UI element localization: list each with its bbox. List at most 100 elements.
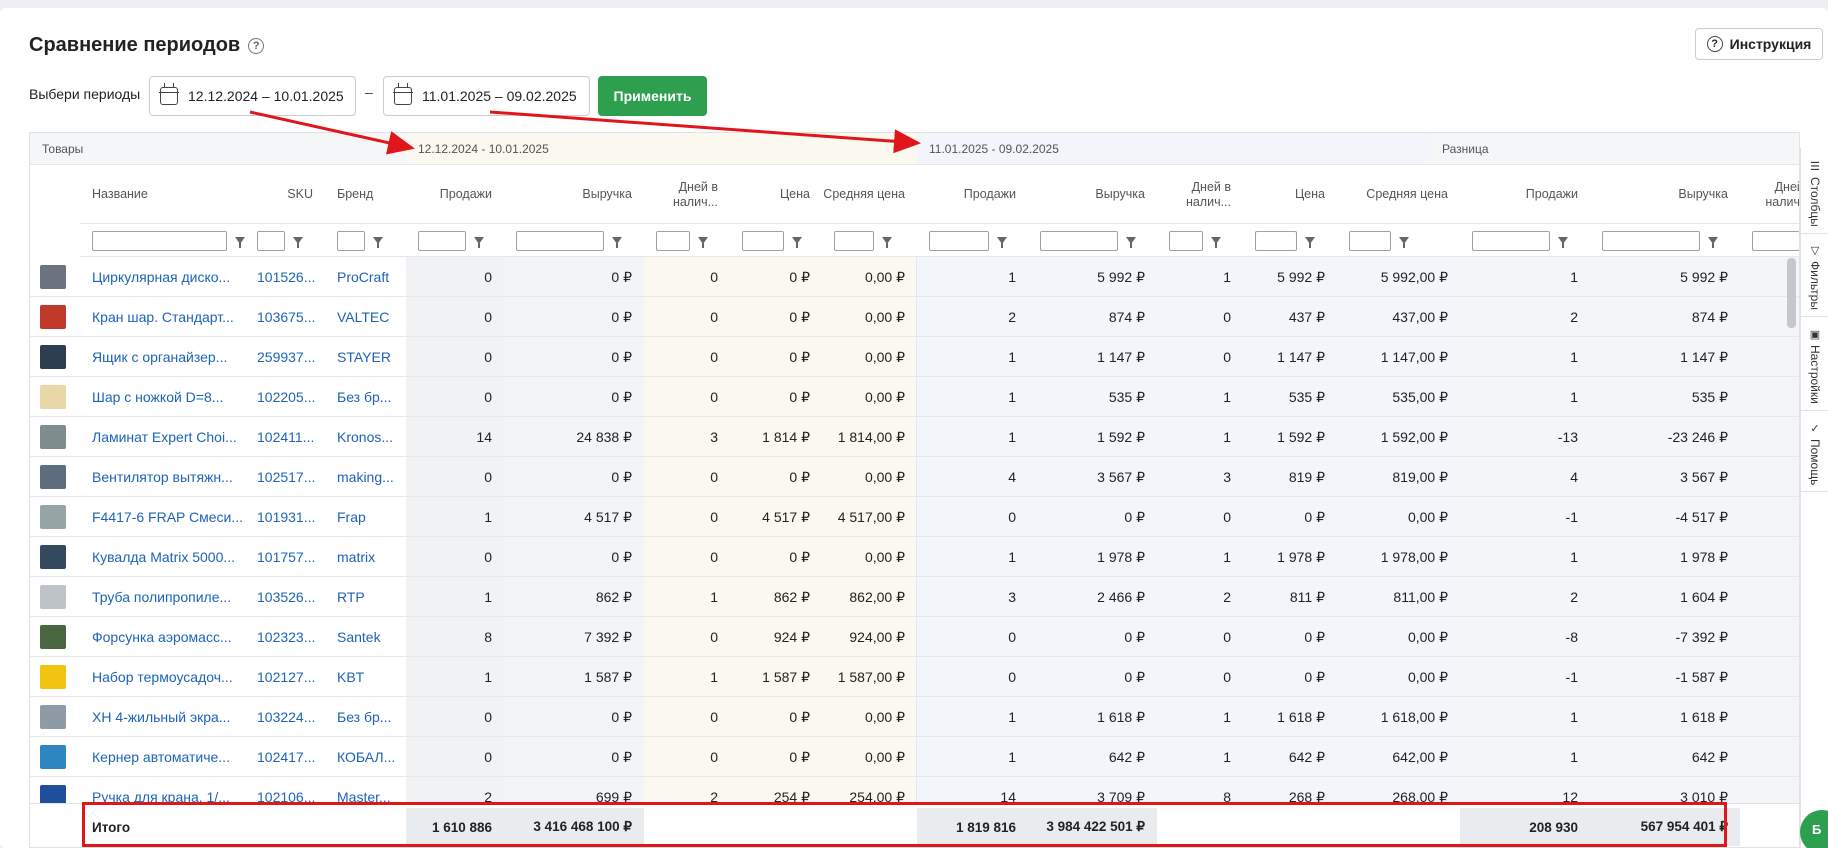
table-row[interactable]: Труба полипропиле... 103526... RTP 1 862 ₽ 1 8… — [30, 577, 1799, 617]
filter-input[interactable] — [1752, 230, 1799, 251]
product-sku-link[interactable]: 102517... — [245, 457, 325, 497]
table-row[interactable]: Кран шар. Стандарт... 103675... VALTEC 0 0 ₽… — [30, 297, 1799, 337]
filter-diff-sales[interactable] — [1460, 225, 1590, 257]
product-brand-link[interactable]: Kronos... — [325, 417, 406, 457]
filter-p1-price[interactable] — [730, 225, 822, 257]
vertical-scrollbar[interactable] — [1787, 258, 1796, 328]
header-diff-days[interactable]: Дней в наличии — [1740, 166, 1799, 224]
product-brand-link[interactable]: making... — [325, 457, 406, 497]
product-sku-link[interactable]: 103675... — [245, 297, 325, 337]
filter-p1-avg-price[interactable] — [822, 225, 917, 257]
filter-input[interactable] — [742, 230, 784, 251]
filter-input[interactable] — [1472, 230, 1550, 251]
filter-input[interactable] — [418, 230, 466, 251]
filter-p2-price[interactable] — [1243, 225, 1337, 257]
product-sku-link[interactable]: 102417... — [245, 737, 325, 777]
product-sku-link[interactable]: 259937... — [245, 337, 325, 377]
header-p1-days[interactable]: Дней в налич... — [644, 166, 730, 224]
product-sku-link[interactable]: 102205... — [245, 377, 325, 417]
filter-icon[interactable] — [235, 237, 245, 248]
filter-icon[interactable] — [293, 237, 303, 248]
period1-date-input[interactable]: 12.12.2024 – 10.01.2025 — [149, 76, 356, 116]
tab-help[interactable]: ✓ Помощь — [1801, 418, 1828, 493]
help-icon[interactable]: ? — [248, 37, 265, 54]
filter-input[interactable] — [1255, 230, 1297, 251]
filter-input[interactable] — [1602, 230, 1700, 251]
product-name-link[interactable]: F4417-6 FRAP Смеси... — [80, 497, 245, 537]
product-sku-link[interactable]: 101757... — [245, 537, 325, 577]
filter-input[interactable] — [929, 230, 989, 251]
header-name[interactable]: Название — [80, 166, 245, 224]
filter-p2-revenue[interactable] — [1028, 225, 1157, 257]
filter-p2-sales[interactable] — [917, 225, 1028, 257]
product-brand-link[interactable]: RTP — [325, 577, 406, 617]
product-sku-link[interactable]: 102127... — [245, 657, 325, 697]
filter-icon[interactable] — [792, 237, 802, 248]
filter-icon[interactable] — [612, 237, 622, 248]
product-name-link[interactable]: Кран шар. Стандарт... — [80, 297, 245, 337]
filter-brand[interactable] — [325, 225, 406, 257]
filter-input[interactable] — [1169, 230, 1203, 251]
header-p1-sales[interactable]: Продажи — [406, 166, 504, 224]
table-row[interactable]: Ламинат Expert Choi... 102411... Kronos...… — [30, 417, 1799, 457]
product-name-link[interactable]: Кернер автоматиче... — [80, 737, 245, 777]
filter-icon[interactable] — [373, 237, 383, 248]
header-p2-days[interactable]: Дней в налич... — [1157, 166, 1243, 224]
header-p2-sales[interactable]: Продажи — [917, 166, 1028, 224]
product-name-link[interactable]: Шар с ножкой D=8... — [80, 377, 245, 417]
tab-settings[interactable]: ▣ Настройки — [1801, 324, 1828, 411]
filter-p1-revenue[interactable] — [504, 225, 644, 257]
product-brand-link[interactable]: КОБАЛ... — [325, 737, 406, 777]
product-brand-link[interactable]: STAYER — [325, 337, 406, 377]
filter-icon[interactable] — [474, 237, 484, 248]
product-brand-link[interactable]: Santek — [325, 617, 406, 657]
filter-input[interactable] — [656, 230, 690, 251]
period2-date-input[interactable]: 11.01.2025 – 09.02.2025 — [383, 76, 590, 116]
table-row[interactable]: Шар с ножкой D=8... 102205... Без бр... 0 0 … — [30, 377, 1799, 417]
product-name-link[interactable]: Кувалда Matrix 5000... — [80, 537, 245, 577]
filter-icon[interactable] — [997, 237, 1007, 248]
filter-p2-days[interactable] — [1157, 225, 1243, 257]
filter-input[interactable] — [337, 230, 365, 251]
filter-diff-days[interactable] — [1740, 225, 1799, 257]
filter-icon[interactable] — [1399, 237, 1409, 248]
header-sku[interactable]: SKU — [245, 166, 325, 224]
product-brand-link[interactable]: KBT — [325, 657, 406, 697]
filter-p1-days[interactable] — [644, 225, 730, 257]
filter-icon[interactable] — [1126, 237, 1136, 248]
product-name-link[interactable]: ХН 4-жильный экра... — [80, 697, 245, 737]
product-brand-link[interactable]: ProCraft — [325, 257, 406, 297]
header-p1-price[interactable]: Цена — [730, 166, 822, 224]
filter-input[interactable] — [834, 230, 874, 251]
product-sku-link[interactable]: 101931... — [245, 497, 325, 537]
header-p1-avg-price[interactable]: Средняя цена — [822, 166, 917, 224]
product-name-link[interactable]: Форсунка аэромасс... — [80, 617, 245, 657]
header-p2-revenue[interactable]: Выручка — [1028, 166, 1157, 224]
table-row[interactable]: Ящик с органайзер... 259937... STAYER 0 0 ₽ 0… — [30, 337, 1799, 377]
table-row[interactable]: ХН 4-жильный экра... 103224... Без бр... 0 0… — [30, 697, 1799, 737]
table-row[interactable]: Набор термоусадоч... 102127... KBT 1 1 587 ₽… — [30, 657, 1799, 697]
filter-icon[interactable] — [1708, 237, 1718, 248]
product-sku-link[interactable]: 102323... — [245, 617, 325, 657]
header-diff-revenue[interactable]: Выручка — [1590, 166, 1740, 224]
table-row[interactable]: Кернер автоматиче... 102417... КОБАЛ... 0 0 … — [30, 737, 1799, 777]
product-sku-link[interactable]: 103526... — [245, 577, 325, 617]
product-name-link[interactable]: Вентилятор вытяжн... — [80, 457, 245, 497]
product-name-link[interactable]: Циркулярная диско... — [80, 257, 245, 297]
filter-p1-sales[interactable] — [406, 225, 504, 257]
header-diff-sales[interactable]: Продажи — [1460, 166, 1590, 224]
product-sku-link[interactable]: 102411... — [245, 417, 325, 457]
table-row[interactable]: Вентилятор вытяжн... 102517... making... 0 0… — [30, 457, 1799, 497]
product-name-link[interactable]: Набор термоусадоч... — [80, 657, 245, 697]
filter-icon[interactable] — [1558, 237, 1568, 248]
filter-input[interactable] — [1349, 230, 1391, 251]
filter-input[interactable] — [1040, 230, 1118, 251]
filter-input[interactable] — [257, 230, 285, 251]
filter-input[interactable] — [92, 230, 227, 251]
filter-icon[interactable] — [1305, 237, 1315, 248]
product-sku-link[interactable]: 103224... — [245, 697, 325, 737]
filter-diff-revenue[interactable] — [1590, 225, 1740, 257]
table-row[interactable]: Форсунка аэромасс... 102323... Santek 8 7 39… — [30, 617, 1799, 657]
table-row[interactable]: Кувалда Matrix 5000... 101757... matrix 0 0 … — [30, 537, 1799, 577]
filter-p2-avg-price[interactable] — [1337, 225, 1460, 257]
